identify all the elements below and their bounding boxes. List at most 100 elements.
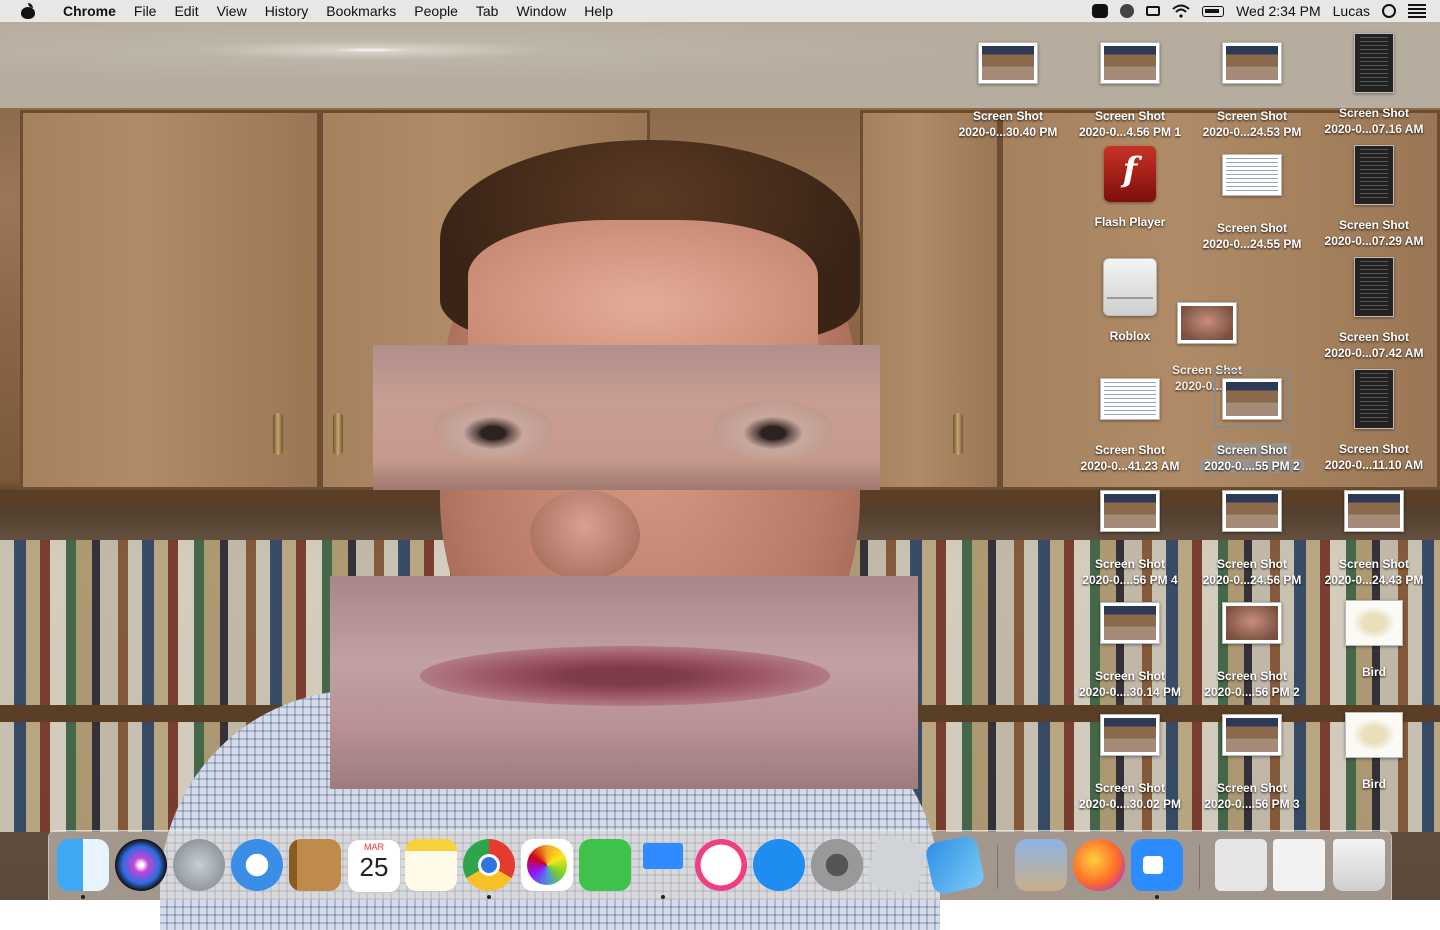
itunes-icon[interactable]: [695, 839, 747, 891]
preview-icon[interactable]: [1015, 839, 1067, 891]
desktop-file-screenshot[interactable]: Screen Shot 2020-0...24.43 PM: [1313, 490, 1435, 588]
desktop-file-screenshot[interactable]: Screen Shot 2020-0...30.40 PM: [947, 42, 1069, 140]
screenshot-thumbnail-icon: [1222, 42, 1282, 84]
user-menu[interactable]: Lucas: [1333, 3, 1370, 19]
menu-people[interactable]: People: [405, 3, 467, 19]
person-nose: [530, 490, 640, 580]
zoom-icon[interactable]: [1131, 839, 1183, 891]
desktop-file-bird-image[interactable]: Bird: [1313, 712, 1435, 792]
file-name: Screen Shot: [1171, 363, 1243, 377]
file-name: Screen Shot: [1338, 557, 1410, 571]
airplay-icon[interactable]: [1146, 6, 1161, 16]
keynote-icon[interactable]: [637, 839, 689, 891]
wifi-icon[interactable]: [1172, 4, 1190, 18]
file-subname: 2020-0...30.40 PM: [958, 125, 1058, 139]
app-menu[interactable]: Chrome: [54, 3, 125, 19]
spotlight-icon[interactable]: [1382, 4, 1396, 18]
photos-icon[interactable]: [521, 839, 573, 891]
screen-record-icon[interactable]: [1120, 4, 1135, 18]
roblox-icon[interactable]: [865, 833, 929, 897]
desktop-file-screenshot[interactable]: Screen Shot 2020-0....56 PM 2: [1191, 602, 1313, 700]
siri-icon[interactable]: [115, 839, 167, 891]
notes-icon[interactable]: [405, 839, 457, 891]
lips: [420, 646, 830, 706]
right-eye: [713, 400, 833, 460]
calendar-icon[interactable]: MAR 25: [347, 839, 401, 893]
screenshot-thumbnail-icon: [1222, 714, 1282, 756]
desktop-file-screenshot[interactable]: Screen Shot 2020-0....56 PM 4: [1069, 490, 1191, 588]
desktop-app-flash-player[interactable]: Flash Player: [1069, 146, 1191, 230]
document-thumbnail-icon: [1354, 145, 1394, 205]
menu-view[interactable]: View: [208, 3, 256, 19]
desktop-file-screenshot[interactable]: Screen Shot 2020-0...07.16 AM: [1313, 33, 1435, 137]
desktop-file-screenshot[interactable]: Screen Shot 2020-0...24.56 PM: [1191, 490, 1313, 588]
chrome-icon[interactable]: [463, 839, 515, 891]
safari-icon[interactable]: [231, 839, 283, 891]
screenshots-folder-icon[interactable]: [1273, 839, 1325, 891]
desktop-file-screenshot[interactable]: Screen Shot 2020-0...41.23 AM: [1069, 378, 1191, 474]
desktop-file-screenshot[interactable]: Screen Shot 2020-0...4.56 PM 1: [1069, 42, 1191, 140]
trash-icon[interactable]: [1333, 839, 1385, 891]
calendar-day: 25: [359, 852, 389, 882]
desktop-file-screenshot[interactable]: Screen Shot 2020-0...07.42 AM: [1313, 257, 1435, 361]
file-subname: 2020-0...4.56 PM 1: [1078, 125, 1182, 139]
screenshot-thumbnail-icon: [1222, 490, 1282, 532]
running-indicator: [1155, 895, 1159, 899]
finder-icon[interactable]: [57, 839, 109, 891]
menu-window[interactable]: Window: [507, 3, 575, 19]
firefox-icon[interactable]: [1073, 839, 1125, 891]
app-icon[interactable]: [924, 834, 986, 896]
file-name: Screen Shot: [1216, 109, 1288, 123]
screenshot-thumbnail-icon: [1100, 378, 1160, 420]
launchpad-icon[interactable]: [173, 839, 225, 891]
calendar-month: MAR: [364, 842, 384, 852]
screenshot-thumbnail-icon: [1222, 602, 1282, 644]
desktop-file-screenshot[interactable]: Screen Shot 2020-0...24.55 PM: [1191, 154, 1313, 252]
file-name: Screen Shot: [1094, 443, 1166, 457]
desktop-file-screenshot[interactable]: Screen Shot 2020-0...07.29 AM: [1313, 145, 1435, 249]
menu-help[interactable]: Help: [575, 3, 622, 19]
clock[interactable]: Wed 2:34 PM: [1236, 3, 1321, 19]
downloads-folder-icon[interactable]: [1215, 839, 1267, 891]
file-name: Screen Shot: [1216, 557, 1288, 571]
zoom-status-icon[interactable]: [1092, 4, 1109, 18]
app-store-icon[interactable]: [753, 839, 805, 891]
apple-icon[interactable]: [20, 3, 36, 19]
cabinet-door: [860, 110, 1023, 490]
file-subname: 2020-0....56 PM 3: [1204, 797, 1300, 811]
file-name: Screen Shot: [1094, 557, 1166, 571]
screenshot-thumbnail-icon: [978, 42, 1038, 84]
desktop-file-screenshot-selected[interactable]: Screen Shot 2020-0....55 PM 2: [1191, 370, 1313, 474]
file-subname: 2020-0...07.16 AM: [1324, 122, 1424, 136]
battery-icon[interactable]: [1202, 5, 1225, 17]
file-name: Screen Shot: [1094, 781, 1166, 795]
menu-edit[interactable]: Edit: [165, 3, 207, 19]
file-name: Bird: [1362, 777, 1386, 791]
image-file-icon: [1345, 712, 1403, 758]
desktop-file-screenshot[interactable]: Screen Shot 2020-0...11.10 AM: [1313, 369, 1435, 473]
desktop-file-screenshot[interactable]: Screen Shot 2020-0...24.53 PM: [1191, 42, 1313, 140]
notification-center-icon[interactable]: [1408, 4, 1426, 18]
screenshot-thumbnail-icon: [1100, 42, 1160, 84]
flash-player-icon: [1104, 146, 1156, 202]
facetime-icon[interactable]: [579, 839, 631, 891]
desktop-file-screenshot[interactable]: Screen Shot 2020-0....30.02 PM: [1069, 714, 1191, 812]
file-name: Screen Shot: [1338, 442, 1410, 456]
file-subname: 2020-0....30.02 PM: [1078, 797, 1182, 811]
file-subname: 2020-0...24.53 PM: [1202, 125, 1302, 139]
desktop-file-bird-pdf[interactable]: Bird: [1313, 600, 1435, 680]
screenshot-thumbnail-icon: [1100, 490, 1160, 532]
menu-tab[interactable]: Tab: [467, 3, 508, 19]
contacts-icon[interactable]: [289, 839, 341, 891]
desktop-file-screenshot[interactable]: Screen Shot 2020-0....30.14 PM: [1069, 602, 1191, 700]
document-thumbnail-icon: [1354, 257, 1394, 317]
desktop-file-screenshot[interactable]: Screen Shot 2020-0....56 PM 3: [1191, 714, 1313, 812]
menu-bookmarks[interactable]: Bookmarks: [317, 3, 405, 19]
menu-history[interactable]: History: [256, 3, 318, 19]
file-name: Screen Shot: [1216, 781, 1288, 795]
file-name: Screen Shot: [1338, 330, 1410, 344]
system-preferences-icon[interactable]: [811, 839, 863, 891]
menu-file[interactable]: File: [125, 3, 166, 19]
left-eye: [433, 400, 553, 460]
screenshot-thumbnail-icon: [1177, 302, 1237, 344]
